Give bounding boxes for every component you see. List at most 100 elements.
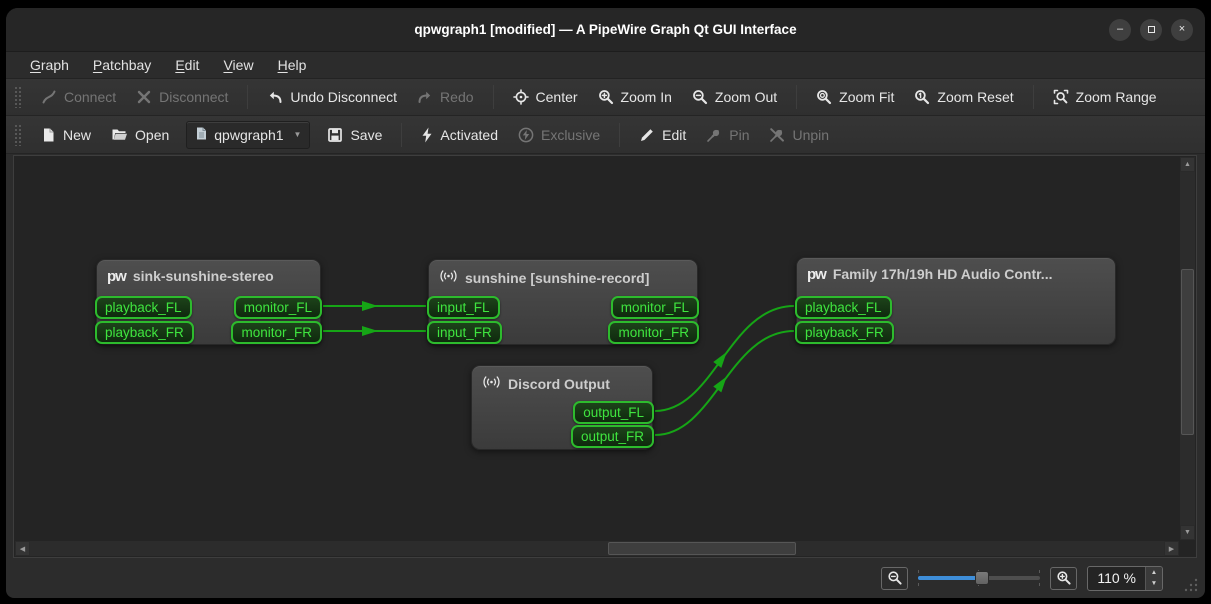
- statusbar-zoom-in-button[interactable]: [1050, 566, 1078, 590]
- zoom-out-button[interactable]: Zoom Out: [683, 84, 786, 110]
- scroll-down-arrow[interactable]: ▼: [1180, 525, 1195, 540]
- disconnect-button[interactable]: Disconnect: [127, 84, 237, 110]
- open-patchbay-button[interactable]: Open: [102, 122, 178, 148]
- titlebar[interactable]: qpwgraph1 [modified] — A PipeWire Graph …: [6, 8, 1205, 52]
- menubar: Graph Patchbay Edit View Help: [6, 52, 1205, 79]
- spin-down-arrow[interactable]: ▼: [1146, 578, 1162, 590]
- zoom-fit-button[interactable]: Zoom Fit: [807, 84, 903, 110]
- vertical-scrollbar[interactable]: ▲ ▼: [1180, 157, 1195, 540]
- toolbar-separator: [492, 85, 494, 109]
- scroll-left-arrow[interactable]: ◀: [15, 541, 30, 556]
- connection-wires: [323, 301, 795, 436]
- undo-icon: [267, 89, 283, 105]
- menu-edit[interactable]: Edit: [165, 54, 209, 76]
- zoom-percent-value[interactable]: 110 %: [1088, 567, 1145, 590]
- center-icon: [512, 89, 529, 105]
- graph-canvas[interactable]: pw sink-sunshine-stereo playback_FL play…: [13, 155, 1197, 558]
- window-resize-grip[interactable]: [1184, 578, 1198, 592]
- undo-button[interactable]: Undo Disconnect: [258, 84, 406, 110]
- vertical-scroll-thumb[interactable]: [1181, 269, 1194, 435]
- connect-icon: [41, 89, 57, 105]
- port-monitor-fl[interactable]: monitor_FL: [610, 296, 699, 319]
- zoom-fit-icon: [816, 89, 832, 105]
- toolbar-separator: [619, 122, 621, 147]
- port-playback-fl[interactable]: playback_FL: [95, 296, 192, 319]
- zoom-reset-button[interactable]: Zoom Reset: [905, 84, 1022, 110]
- node-header: sunshine [sunshine-record]: [429, 260, 697, 287]
- node-title: sink-sunshine-stereo: [132, 268, 274, 284]
- statusbar: 110 % ▲ ▼: [6, 558, 1205, 598]
- close-button[interactable]: ×: [1171, 18, 1193, 41]
- port-playback-fr[interactable]: playback_FR: [95, 321, 194, 344]
- zoom-slider[interactable]: [918, 567, 1041, 589]
- new-patchbay-button[interactable]: New: [32, 122, 100, 148]
- zoom-slider-handle[interactable]: [974, 571, 989, 585]
- node-header: pw Family 17h/19h HD Audio Contr...: [797, 258, 1115, 282]
- center-button[interactable]: Center: [504, 84, 587, 110]
- menu-help[interactable]: Help: [268, 54, 317, 76]
- menu-patchbay[interactable]: Patchbay: [83, 54, 161, 76]
- patchbay-profile-select[interactable]: qpwgraph1 ▼: [186, 120, 311, 149]
- toolbar-drag-handle[interactable]: [14, 86, 22, 108]
- port-output-fl[interactable]: output_FL: [573, 401, 654, 424]
- spin-up-arrow[interactable]: ▲: [1146, 567, 1162, 579]
- port-playback-fl[interactable]: playback_FL: [795, 296, 892, 319]
- scroll-up-arrow[interactable]: ▲: [1180, 157, 1195, 172]
- node-sunshine-record[interactable]: sunshine [sunshine-record] input_FL inpu…: [427, 259, 699, 345]
- zoom-range-button[interactable]: Zoom Range: [1044, 84, 1166, 110]
- port-monitor-fl[interactable]: monitor_FL: [233, 296, 322, 319]
- patchbay-file-icon: [195, 126, 208, 144]
- port-input-fr[interactable]: input_FR: [427, 321, 502, 344]
- port-monitor-fr[interactable]: monitor_FR: [231, 321, 322, 344]
- maximize-button[interactable]: [1140, 18, 1162, 41]
- node-discord-output[interactable]: Discord Output output_FL output_FR: [471, 365, 654, 450]
- save-patchbay-button[interactable]: Save: [318, 122, 391, 148]
- spinbox-steppers: ▲ ▼: [1145, 566, 1162, 590]
- pencil-icon: [639, 127, 655, 143]
- window-title: qpwgraph1 [modified] — A PipeWire Graph …: [414, 22, 797, 37]
- node-title: sunshine [sunshine-record]: [465, 269, 650, 286]
- scroll-right-arrow[interactable]: ▶: [1164, 541, 1179, 556]
- zoom-in-button[interactable]: Zoom In: [589, 84, 681, 110]
- activated-toggle[interactable]: Activated: [412, 122, 507, 148]
- redo-button[interactable]: Redo: [408, 84, 482, 110]
- window-controls: – ×: [1109, 8, 1193, 51]
- zoom-slider-fill: [918, 576, 982, 580]
- toolbar-separator: [796, 85, 798, 109]
- zoom-percent-spinbox[interactable]: 110 % ▲ ▼: [1087, 565, 1163, 591]
- toolbar-drag-handle[interactable]: [14, 123, 22, 146]
- horizontal-scroll-track[interactable]: [30, 541, 1164, 556]
- port-monitor-fr[interactable]: monitor_FR: [608, 321, 699, 344]
- connection-wire[interactable]: [654, 330, 795, 436]
- edit-toggle[interactable]: Edit: [630, 122, 695, 148]
- node-family-hd-audio[interactable]: pw Family 17h/19h HD Audio Contr... play…: [795, 257, 1116, 345]
- lightning-circle-icon: [518, 127, 534, 143]
- node-header: Discord Output: [472, 366, 652, 393]
- port-input-fl[interactable]: input_FL: [427, 296, 500, 319]
- port-output-fr[interactable]: output_FR: [570, 425, 654, 448]
- pin-button[interactable]: Pin: [697, 122, 758, 148]
- toolbar-separator: [1032, 85, 1034, 109]
- unpin-button[interactable]: Unpin: [760, 122, 838, 148]
- node-title: Family 17h/19h HD Audio Contr...: [832, 266, 1053, 282]
- port-playback-fr[interactable]: playback_FR: [795, 321, 894, 344]
- stream-icon: [439, 268, 458, 287]
- node-title: Discord Output: [508, 375, 610, 392]
- menu-view[interactable]: View: [213, 54, 263, 76]
- minimize-button[interactable]: –: [1109, 18, 1131, 41]
- toolbar-separator: [401, 122, 403, 147]
- exclusive-toggle[interactable]: Exclusive: [509, 122, 609, 148]
- node-sink-sunshine-stereo[interactable]: pw sink-sunshine-stereo playback_FL play…: [95, 259, 322, 345]
- unpin-icon: [769, 127, 785, 143]
- horizontal-scrollbar[interactable]: ◀ ▶: [15, 541, 1179, 556]
- patchbay-profile-value: qpwgraph1: [214, 126, 284, 143]
- redo-icon: [417, 89, 433, 105]
- statusbar-zoom-out-button[interactable]: [881, 566, 909, 590]
- node-header: pw sink-sunshine-stereo: [97, 260, 320, 284]
- horizontal-scroll-thumb[interactable]: [608, 542, 796, 555]
- menu-graph[interactable]: Graph: [20, 54, 79, 76]
- graph-toolbar: Connect Disconnect Undo Disconnect Redo …: [6, 79, 1205, 116]
- connect-button[interactable]: Connect: [32, 84, 125, 110]
- zoom-range-icon: [1053, 89, 1069, 105]
- new-file-icon: [41, 127, 56, 143]
